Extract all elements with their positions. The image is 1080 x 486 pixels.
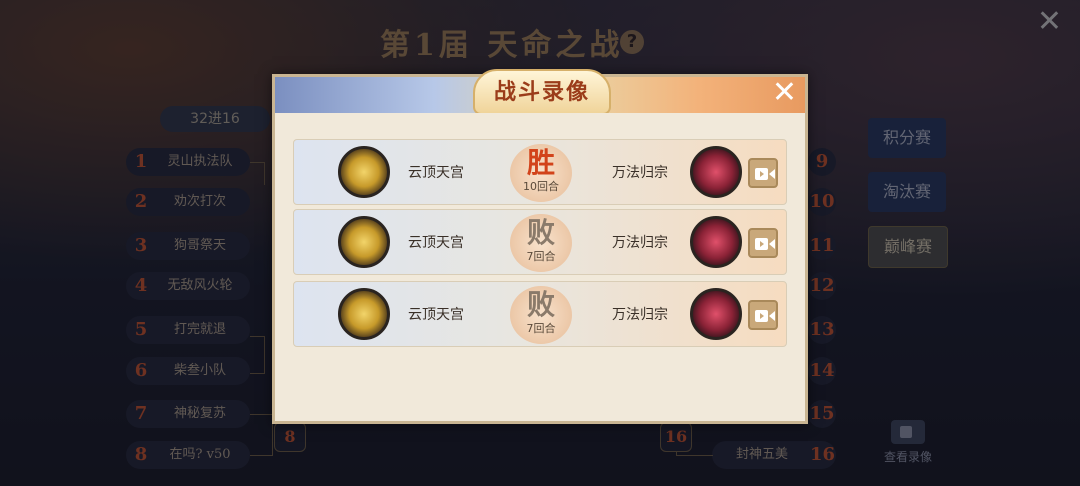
- video-camera-icon: [755, 238, 775, 250]
- team-emblem-icon: [338, 288, 390, 340]
- dialog-close-icon[interactable]: ✕: [772, 75, 797, 110]
- rounds-text: 7回合: [526, 250, 556, 263]
- rounds-text: 10回合: [523, 180, 559, 193]
- replay-record: 云顶天宫 胜 10回合 万法归宗: [293, 139, 787, 205]
- result-badge: 胜 10回合: [510, 144, 572, 202]
- play-replay-button[interactable]: [748, 228, 778, 258]
- left-team-name: 云顶天宫: [408, 307, 464, 323]
- video-camera-icon: [755, 168, 775, 180]
- dialog-title: 战斗录像: [493, 79, 590, 105]
- result-text: 胜: [526, 146, 555, 179]
- replay-record: 云顶天宫 败 7回合 万法归宗: [293, 281, 787, 347]
- battle-replay-dialog: 战斗录像 ✕ 云顶天宫 胜 10回合 万法归宗 云顶天宫 败 7回合 万法归宗: [272, 69, 808, 424]
- result-text: 败: [526, 216, 555, 249]
- result-badge: 败 7回合: [510, 214, 572, 272]
- right-team-name: 万法归宗: [612, 165, 668, 181]
- right-team-name: 万法归宗: [612, 307, 668, 323]
- left-team-name: 云顶天宫: [408, 165, 464, 181]
- team-emblem-icon: [338, 216, 390, 268]
- team-emblem-icon: [690, 288, 742, 340]
- team-emblem-icon: [690, 146, 742, 198]
- result-badge: 败 7回合: [510, 286, 572, 344]
- left-team-name: 云顶天宫: [408, 235, 464, 251]
- team-emblem-icon: [338, 146, 390, 198]
- dialog-body: 云顶天宫 胜 10回合 万法归宗 云顶天宫 败 7回合 万法归宗 云顶天宫 败 …: [275, 113, 805, 421]
- team-emblem-icon: [690, 216, 742, 268]
- result-text: 败: [526, 288, 555, 321]
- video-camera-icon: [755, 310, 775, 322]
- rounds-text: 7回合: [526, 322, 556, 335]
- right-team-name: 万法归宗: [612, 235, 668, 251]
- play-replay-button[interactable]: [748, 300, 778, 330]
- replay-record: 云顶天宫 败 7回合 万法归宗: [293, 209, 787, 275]
- play-replay-button[interactable]: [748, 158, 778, 188]
